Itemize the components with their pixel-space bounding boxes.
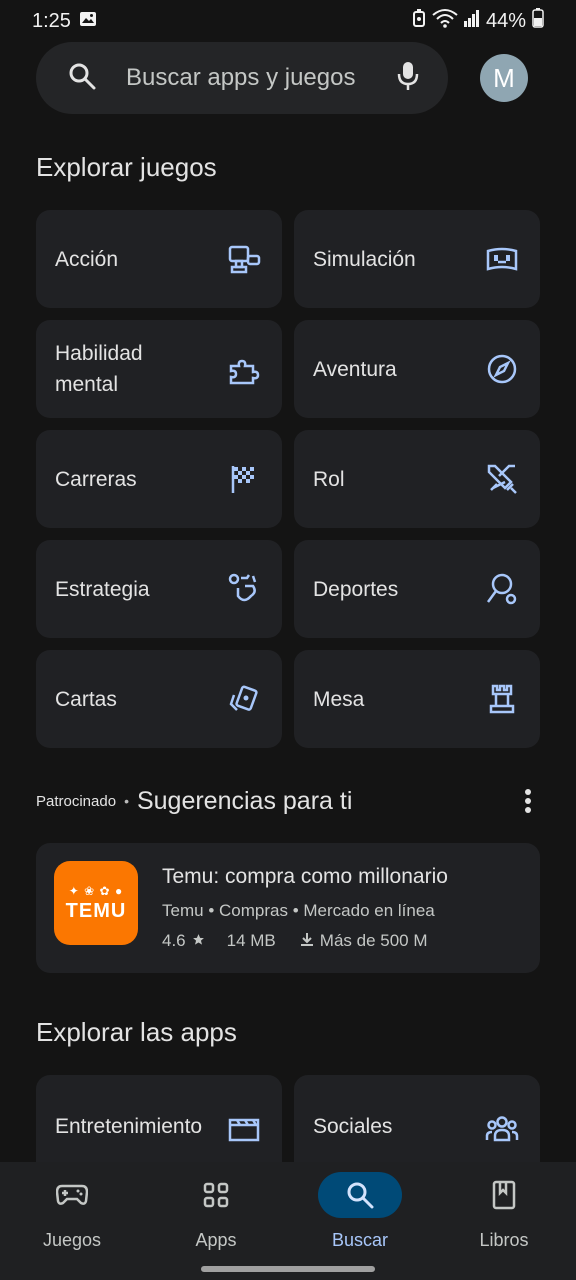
temu-app-icon: ✦ ❀ ✿ ● TEMU xyxy=(54,861,138,945)
search-bar[interactable]: Buscar apps y juegos xyxy=(36,42,448,114)
temu-logo-text: TEMU xyxy=(65,899,127,922)
apps-section-title: Explorar las apps xyxy=(36,1017,237,1047)
sponsored-app-card[interactable]: ✦ ❀ ✿ ● TEMU Temu: compra como millonari… xyxy=(36,843,540,973)
clapperboard-icon xyxy=(226,1111,262,1147)
meta-separator: • xyxy=(292,901,304,920)
nav-apps[interactable]: Apps xyxy=(144,1162,288,1280)
strategy-icon xyxy=(226,571,262,607)
alarm-icon xyxy=(412,9,426,33)
apps-grid-icon xyxy=(174,1172,258,1218)
category-mesa[interactable]: Mesa xyxy=(294,650,540,748)
app-stats: 4.6 14 MB Más de 500 M xyxy=(162,931,428,951)
category-label: Cartas xyxy=(55,687,117,711)
download-icon xyxy=(300,931,314,951)
people-icon xyxy=(484,1111,520,1147)
category-label: Sociales xyxy=(313,1115,393,1138)
temu-logo-glyphs: ✦ ❀ ✿ ● xyxy=(68,883,124,898)
category-label: Acción xyxy=(55,247,119,271)
app-rating: 4.6 xyxy=(162,931,186,950)
gamepad-icon xyxy=(30,1172,114,1218)
nav-juegos[interactable]: Juegos xyxy=(0,1162,144,1280)
category-label: Deportes xyxy=(313,577,399,601)
nav-label: Juegos xyxy=(42,1230,102,1250)
category-entretenimiento[interactable]: Entretenimiento xyxy=(36,1075,282,1162)
nav-libros[interactable]: Libros xyxy=(432,1162,576,1280)
category-label: Carreras xyxy=(55,467,137,491)
search-icon xyxy=(68,62,96,95)
swords-icon xyxy=(484,461,520,497)
microphone-icon[interactable] xyxy=(396,61,420,96)
search-icon xyxy=(318,1172,402,1218)
category-aventura[interactable]: Aventura xyxy=(294,320,540,418)
games-section-title: Explorar juegos xyxy=(36,152,217,182)
battery-icon xyxy=(532,8,544,34)
app-name: Temu: compra como millonario xyxy=(162,865,448,888)
wifi-icon xyxy=(432,8,458,34)
star-icon xyxy=(192,931,205,951)
category-rol[interactable]: Rol xyxy=(294,430,540,528)
suggestions-title: Sugerencias para ti xyxy=(136,786,353,815)
category-label: Mesa xyxy=(313,687,365,711)
chess-rook-icon xyxy=(484,681,520,717)
action-icon xyxy=(226,241,262,277)
app-downloads: Más de 500 M xyxy=(319,931,428,950)
nav-buscar[interactable]: Buscar xyxy=(288,1162,432,1280)
category-accion[interactable]: Acción xyxy=(36,210,282,308)
category-habilidad-mental[interactable]: Habilidad mental xyxy=(36,320,282,418)
more-options-icon[interactable] xyxy=(516,783,540,819)
signal-icon xyxy=(463,9,480,33)
avatar[interactable]: M xyxy=(480,54,528,102)
home-indicator[interactable] xyxy=(201,1266,375,1272)
book-icon xyxy=(462,1172,546,1218)
category-sociales[interactable]: Sociales xyxy=(294,1075,540,1162)
category-deportes[interactable]: Deportes xyxy=(294,540,540,638)
checkered-flag-icon xyxy=(226,461,262,497)
nav-label: Libros xyxy=(479,1230,529,1250)
category-carreras[interactable]: Carreras xyxy=(36,430,282,528)
category-cartas[interactable]: Cartas xyxy=(36,650,282,748)
app-meta: Temu • Compras • Mercado en línea xyxy=(162,901,435,921)
category-label: Entretenimiento xyxy=(55,1115,203,1138)
app-subcategory: Mercado en línea xyxy=(303,901,435,920)
compass-icon xyxy=(484,351,520,387)
category-label: Estrategia xyxy=(55,577,150,601)
category-label: Habilidad mental xyxy=(55,342,143,396)
meta-separator: • xyxy=(208,901,219,920)
category-estrategia[interactable]: Estrategia xyxy=(36,540,282,638)
app-category: Compras xyxy=(219,901,288,920)
simulation-icon xyxy=(484,241,520,277)
racket-icon xyxy=(484,571,520,607)
nav-label: Buscar xyxy=(331,1230,389,1250)
bottom-navigation: Juegos Apps Buscar Libros xyxy=(0,1162,576,1280)
category-label: Aventura xyxy=(313,357,397,381)
separator-dot: • xyxy=(124,793,129,809)
gallery-notification-icon xyxy=(79,10,97,33)
cards-icon xyxy=(226,681,262,717)
sponsored-header: Patrocinado • Sugerencias para ti xyxy=(36,783,540,819)
status-time: 1:25 xyxy=(32,9,71,32)
app-size: 14 MB xyxy=(226,931,276,950)
status-bar: 1:25 44% xyxy=(0,0,576,42)
app-developer: Temu xyxy=(162,901,204,920)
nav-label: Apps xyxy=(195,1230,237,1250)
search-input[interactable]: Buscar apps y juegos xyxy=(126,64,396,92)
sponsored-label: Patrocinado xyxy=(36,792,117,810)
category-label: Rol xyxy=(313,467,345,491)
category-simulacion[interactable]: Simulación xyxy=(294,210,540,308)
puzzle-icon xyxy=(226,351,262,387)
category-label: Simulación xyxy=(313,247,416,271)
battery-level: 44% xyxy=(485,9,526,32)
